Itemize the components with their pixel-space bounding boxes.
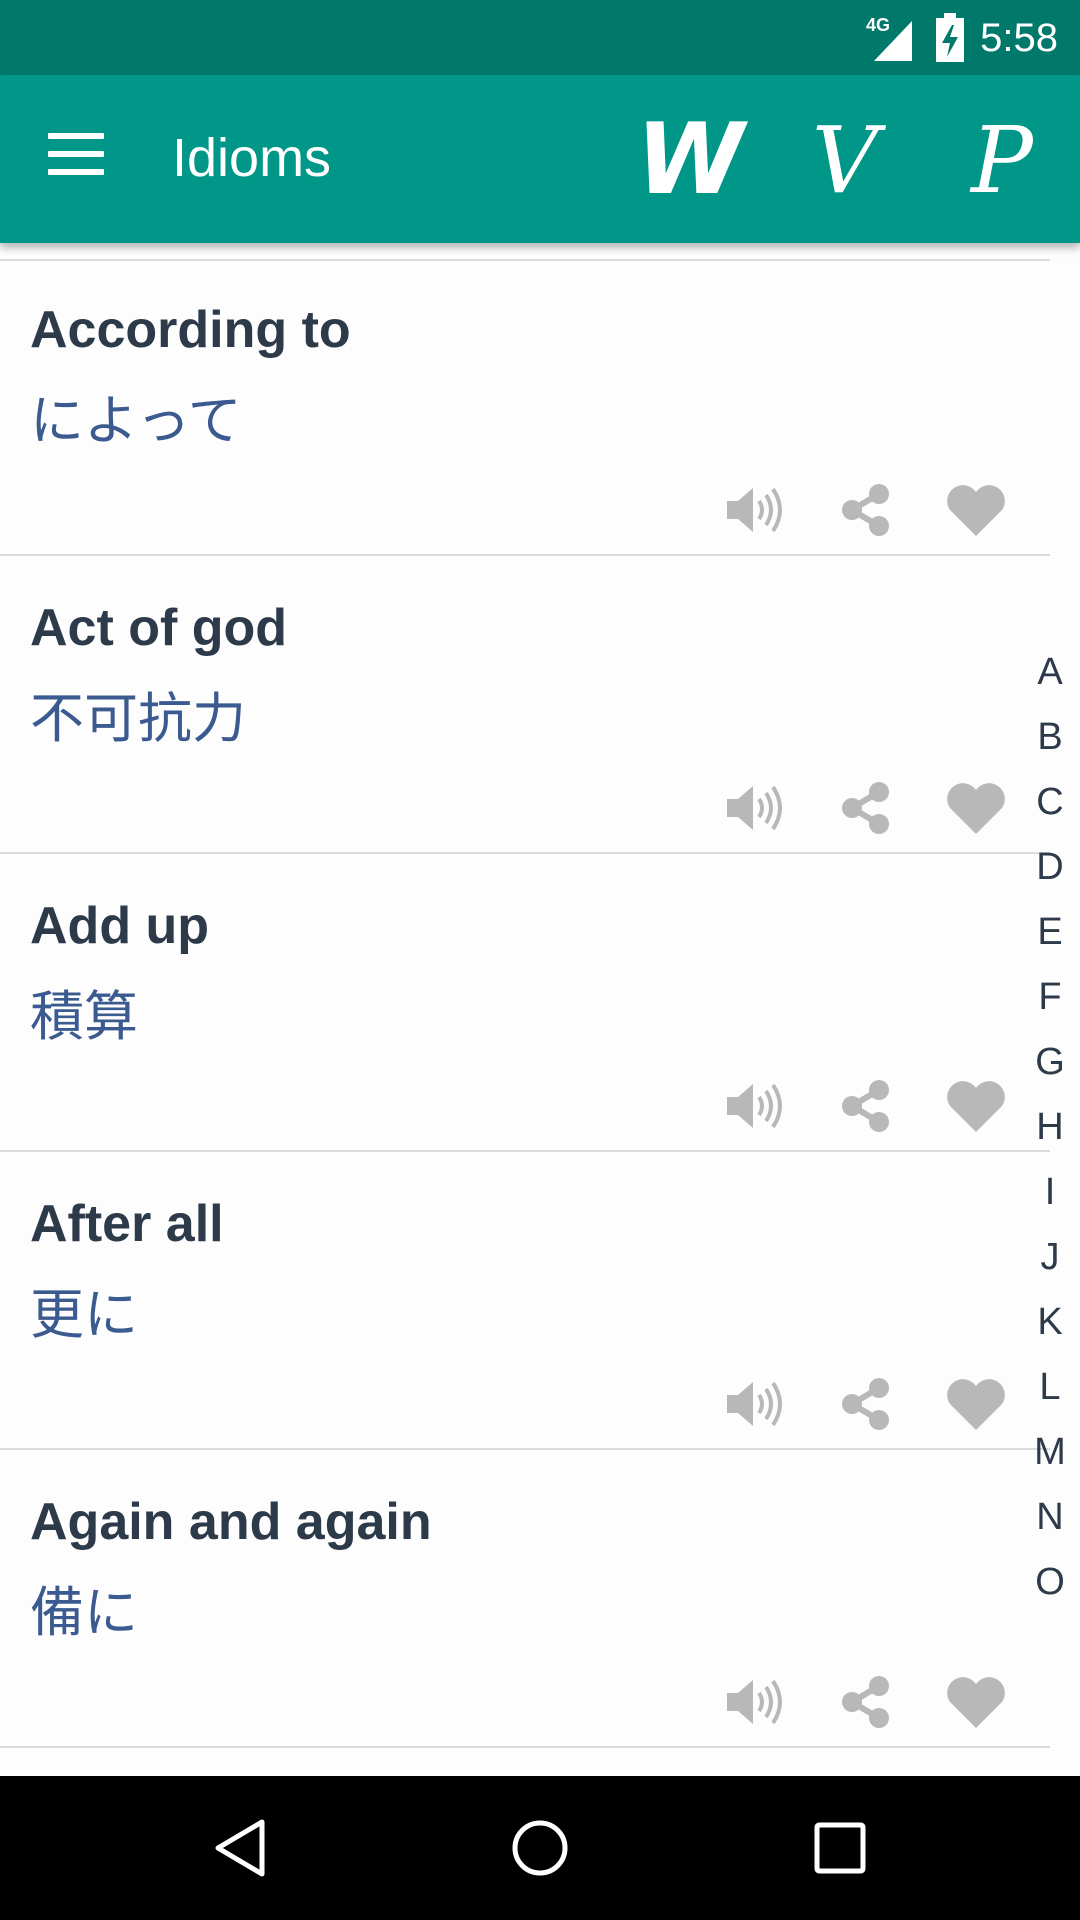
heart-icon[interactable] <box>940 776 1012 840</box>
index-letter-d[interactable]: D <box>1020 835 1080 900</box>
back-icon[interactable] <box>205 1816 275 1880</box>
index-letter-e[interactable]: E <box>1020 900 1080 965</box>
system-nav-bar <box>0 1776 1080 1920</box>
index-letter-n[interactable]: N <box>1020 1485 1080 1550</box>
share-icon[interactable] <box>830 776 902 840</box>
phrases-button[interactable]: P <box>947 105 1057 215</box>
idiom-list[interactable]: According to によって Act of god 不可抗力 Add up… <box>0 258 1050 1748</box>
index-letter-i[interactable]: I <box>1020 1160 1080 1225</box>
list-item[interactable]: Add up 積算 <box>0 854 1050 1152</box>
home-icon[interactable] <box>505 1816 575 1880</box>
item-actions <box>720 776 1010 840</box>
heart-icon[interactable] <box>940 1670 1012 1734</box>
item-actions <box>720 1670 1010 1734</box>
index-letter-a[interactable]: A <box>1020 640 1080 705</box>
item-actions <box>720 1372 1010 1436</box>
recents-icon[interactable] <box>805 1816 875 1880</box>
idiom-phrase: After all <box>30 1195 224 1253</box>
item-actions <box>720 478 1010 542</box>
words-button[interactable]: W <box>633 103 744 217</box>
status-clock: 5:58 <box>980 15 1058 60</box>
share-icon[interactable] <box>830 478 902 542</box>
speaker-icon[interactable] <box>720 1670 792 1734</box>
list-item[interactable]: According to によって <box>0 258 1050 556</box>
signal-icon: 4G <box>866 15 913 61</box>
idiom-phrase: Again and again <box>30 1493 432 1551</box>
idiom-translation: 積算 <box>30 985 138 1048</box>
idiom-translation: 更に <box>30 1283 138 1346</box>
index-letter-f[interactable]: F <box>1020 965 1080 1030</box>
heart-icon[interactable] <box>940 1074 1012 1138</box>
index-letter-g[interactable]: G <box>1020 1030 1080 1095</box>
index-letter-l[interactable]: L <box>1020 1355 1080 1420</box>
index-letter-h[interactable]: H <box>1020 1095 1080 1160</box>
list-item[interactable]: Again and again 備に <box>0 1450 1050 1748</box>
menu-icon[interactable] <box>48 133 104 179</box>
battery-icon <box>936 13 965 62</box>
idiom-phrase: Add up <box>30 897 210 955</box>
speaker-icon[interactable] <box>720 478 792 542</box>
status-icons: 4G 5:58 <box>864 10 1058 66</box>
network-type-label: 4G <box>866 15 890 35</box>
share-icon[interactable] <box>830 1372 902 1436</box>
list-item[interactable]: After all 更に <box>0 1152 1050 1450</box>
index-letter-j[interactable]: J <box>1020 1225 1080 1290</box>
idiom-phrase: According to <box>30 301 351 359</box>
item-actions <box>720 1074 1010 1138</box>
app-toolbar: Idioms W V P <box>0 75 1080 243</box>
idiom-translation: 備に <box>30 1581 138 1644</box>
list-item[interactable]: Act of god 不可抗力 <box>0 556 1050 854</box>
index-letter-p[interactable]: P <box>1020 1615 1080 1632</box>
speaker-icon[interactable] <box>720 776 792 840</box>
speaker-icon[interactable] <box>720 1074 792 1138</box>
speaker-icon[interactable] <box>720 1372 792 1436</box>
idiom-translation: によって <box>30 389 242 452</box>
status-bar: 4G 5:58 <box>0 0 1080 75</box>
idiom-phrase: Act of god <box>30 599 288 657</box>
index-letter-m[interactable]: M <box>1020 1420 1080 1485</box>
heart-icon[interactable] <box>940 478 1012 542</box>
heart-icon[interactable] <box>940 1372 1012 1436</box>
share-icon[interactable] <box>830 1074 902 1138</box>
page-title: Idioms <box>172 128 332 188</box>
index-letter-c[interactable]: C <box>1020 770 1080 835</box>
alphabet-index[interactable]: A B C D E F G H I J K L M N O P <box>1020 640 1080 1632</box>
index-letter-k[interactable]: K <box>1020 1290 1080 1355</box>
idiom-translation: 不可抗力 <box>30 687 246 750</box>
share-icon[interactable] <box>830 1670 902 1734</box>
index-letter-b[interactable]: B <box>1020 705 1080 770</box>
verbs-button[interactable]: V <box>790 105 900 215</box>
index-letter-o[interactable]: O <box>1020 1550 1080 1615</box>
